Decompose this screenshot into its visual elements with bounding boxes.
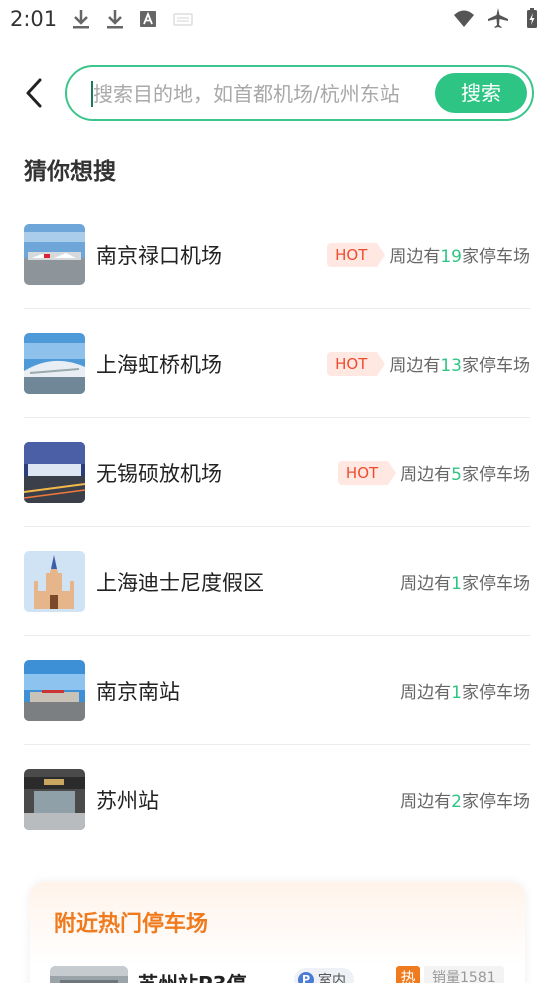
suggestion-item[interactable]: 南京南站 周边有1家停车场 [24, 636, 530, 745]
suggestion-item[interactable]: 南京禄口机场 HOT 周边有19家停车场 [24, 200, 530, 309]
indoor-badge: P 室内 [294, 968, 354, 983]
station-thumbnail [24, 769, 85, 830]
suggestion-item[interactable]: 上海虹桥机场 HOT 周边有13家停车场 [24, 309, 530, 418]
suggestion-item[interactable]: 上海迪士尼度假区 周边有1家停车场 [24, 527, 530, 636]
suggestion-meta: 周边有1家停车场 [396, 569, 530, 594]
nearby-title: 附近热门停车场 [54, 912, 209, 937]
sales-count: 销量1581 [424, 966, 504, 983]
system-icons [453, 7, 543, 29]
castle-thumbnail [24, 551, 85, 612]
airport-thumbnail [24, 442, 85, 503]
hot-badge: HOT [327, 242, 386, 267]
parking-count: 周边有1家停车场 [400, 574, 530, 594]
suggestion-name: 苏州站 [96, 789, 159, 813]
search-box: 搜索 [65, 65, 534, 121]
suggestion-meta: 周边有2家停车场 [396, 787, 530, 812]
parking-count: 周边有2家停车场 [400, 792, 530, 812]
suggestion-name: 上海迪士尼度假区 [96, 571, 264, 595]
suggestion-name: 南京南站 [96, 680, 180, 704]
nearby-parking-card: 附近热门停车场 苏州站P3停 P 室内 热 销量1581 [30, 882, 525, 983]
download-icon [73, 10, 89, 29]
back-button[interactable] [20, 76, 48, 110]
station-thumbnail [24, 660, 85, 721]
status-bar: 2:01 [0, 0, 553, 38]
battery-charging-icon [527, 8, 537, 28]
status-time: 2:01 [10, 7, 58, 31]
airport-thumbnail [24, 333, 85, 394]
download-icon [107, 10, 123, 29]
notification-icons [70, 8, 194, 30]
search-button[interactable]: 搜索 [435, 73, 527, 113]
parking-thumbnail [50, 966, 128, 983]
keyboard-icon [173, 13, 193, 26]
hot-badge: HOT [327, 351, 386, 376]
font-icon [140, 11, 156, 27]
section-title: 猜你想搜 [24, 159, 116, 185]
airport-thumbnail [24, 224, 85, 285]
parking-p-icon: P [298, 972, 314, 983]
parking-count: 周边有5家停车场 [400, 465, 530, 485]
parking-count: 周边有13家停车场 [389, 356, 530, 376]
suggestion-item[interactable]: 苏州站 周边有2家停车场 [24, 745, 530, 854]
hot-badge: HOT [337, 460, 397, 485]
parking-name: 苏州站P3停 [138, 968, 247, 983]
suggestion-meta: 周边有1家停车场 [396, 678, 530, 703]
hot-tag: 热 [396, 966, 420, 983]
suggestion-meta: HOT 周边有19家停车场 [327, 242, 530, 267]
suggestion-name: 南京禄口机场 [96, 244, 222, 268]
wifi-icon [454, 10, 474, 27]
suggestion-meta: HOT 周边有13家停车场 [327, 351, 530, 376]
suggestion-list: 南京禄口机场 HOT 周边有19家停车场 上海虹桥机场 HOT 周边有13家停车… [24, 200, 530, 854]
suggestion-name: 上海虹桥机场 [96, 353, 222, 377]
nearby-parking-item[interactable]: 苏州站P3停 P 室内 热 销量1581 [50, 964, 510, 983]
suggestion-meta: HOT 周边有5家停车场 [337, 460, 530, 485]
airplane-icon [488, 8, 508, 28]
parking-count: 周边有19家停车场 [389, 247, 530, 267]
suggestion-name: 无锡硕放机场 [96, 462, 222, 486]
parking-count: 周边有1家停车场 [400, 683, 530, 703]
search-input[interactable] [93, 77, 433, 111]
suggestion-item[interactable]: 无锡硕放机场 HOT 周边有5家停车场 [24, 418, 530, 527]
